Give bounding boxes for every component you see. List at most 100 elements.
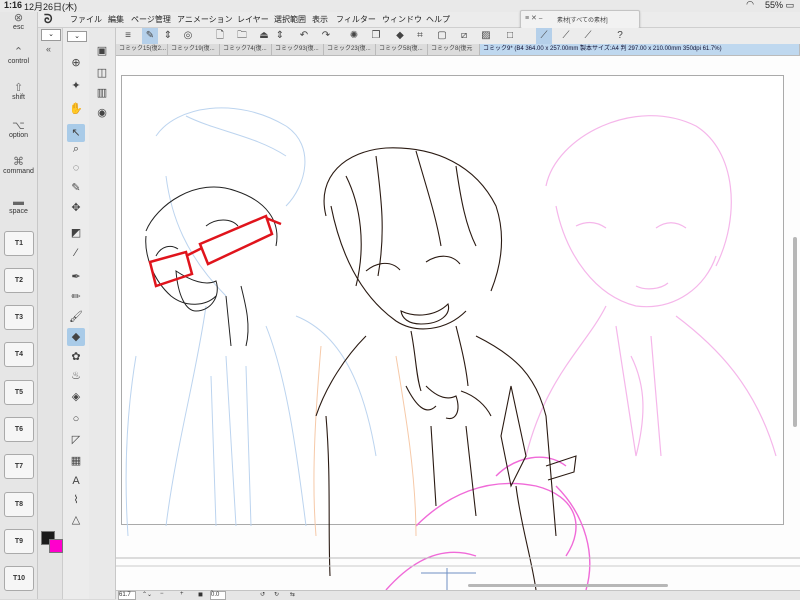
t6-key[interactable]: T6: [4, 417, 34, 442]
eyedropper2-icon[interactable]: ⁄: [67, 244, 85, 262]
menu-view[interactable]: 表示: [312, 14, 328, 25]
option-icon: ⌥: [12, 120, 25, 132]
correction-tool-icon[interactable]: △: [67, 511, 85, 529]
wifi-icon: ◠: [746, 0, 754, 9]
shift-key[interactable]: ⇧ shift: [3, 82, 34, 101]
doc-tab[interactable]: コミック8(復元: [428, 44, 480, 55]
target-icon[interactable]: ◎: [180, 28, 196, 44]
menu-page-management[interactable]: ページ管理: [131, 14, 171, 25]
menu-selection[interactable]: 選択範囲: [274, 14, 306, 25]
t8-key[interactable]: T8: [4, 492, 34, 517]
magnifier-icon[interactable]: ⌕: [67, 140, 85, 158]
copy-icon[interactable]: ❐: [368, 28, 384, 44]
collapse-chevron-icon[interactable]: «: [46, 44, 51, 54]
fill-bucket-icon[interactable]: ◆: [392, 28, 408, 44]
rotate-left-icon[interactable]: ↺: [260, 591, 265, 598]
vertical-scrollbar[interactable]: [793, 237, 797, 427]
gradient-tool-icon[interactable]: ◩: [67, 224, 85, 242]
ruler-snap-icon[interactable]: ⟋: [536, 28, 552, 44]
dropdown-chevron-icon[interactable]: ⌄: [41, 29, 61, 41]
command-key[interactable]: ⌘ command: [3, 156, 34, 175]
hide-selection-icon[interactable]: ⧄: [456, 28, 472, 44]
eyedropper-icon[interactable]: ✎: [67, 179, 85, 197]
figure-tool-icon[interactable]: ○: [67, 410, 85, 428]
menu-file[interactable]: ファイル: [70, 14, 102, 25]
rotate-right-icon[interactable]: ↻: [274, 591, 279, 598]
t2-key[interactable]: T2: [4, 268, 34, 293]
esc-icon: ⊗: [13, 12, 24, 24]
palette-title: 素材[すべての素材]: [557, 18, 608, 24]
t4-key[interactable]: T4: [4, 342, 34, 367]
t9-key[interactable]: T9: [4, 529, 34, 554]
redo-icon[interactable]: ↷: [318, 28, 334, 44]
fit-screen-icon[interactable]: ◼: [198, 591, 203, 598]
pen-mode-icon[interactable]: ✎: [142, 28, 158, 44]
decoration-tool-icon[interactable]: ✿: [67, 348, 85, 366]
doc-tab[interactable]: コミック93(復...: [272, 44, 324, 55]
material-palette-collapsed[interactable]: ≡ ✕ ⎯ 素材[すべての素材]: [520, 10, 640, 29]
t10-key[interactable]: T10: [4, 566, 34, 591]
snap-grid-icon[interactable]: ⟋: [580, 28, 596, 44]
move-layer-icon[interactable]: ✥: [67, 199, 85, 217]
space-key[interactable]: ▬ space: [3, 196, 34, 215]
canvas-area[interactable]: [116, 56, 800, 590]
menu-help[interactable]: ヘルプ: [426, 14, 450, 25]
lasso-tool-icon[interactable]: ◌: [67, 159, 85, 177]
palette-controls[interactable]: ≡ ✕ ⎯: [525, 14, 542, 23]
zoom-out-icon[interactable]: −: [160, 591, 164, 597]
pink-sketch-lines: [525, 115, 777, 457]
deselect-icon[interactable]: □: [502, 28, 518, 44]
battery-icon: ▭: [785, 0, 794, 10]
zoom-stepper-icon[interactable]: ⌃⌄: [142, 591, 152, 598]
app-logo-icon[interactable]: ᘐ: [44, 12, 52, 27]
hamburger-menu-icon[interactable]: ≡: [120, 28, 136, 44]
open-file-icon[interactable]: 🗀: [234, 28, 250, 44]
color-swatches[interactable]: [39, 531, 63, 559]
clear-icon[interactable]: ▢: [434, 28, 450, 44]
control-key[interactable]: ⌃ control: [3, 46, 34, 65]
pencil-tool-icon[interactable]: ✏: [67, 288, 85, 306]
blend-tool-icon[interactable]: ♨: [67, 367, 85, 385]
t7-key[interactable]: T7: [4, 454, 34, 479]
option-key[interactable]: ⌥ option: [3, 120, 34, 139]
doc-tab[interactable]: コミック19(復...: [168, 44, 220, 55]
t5-key[interactable]: T5: [4, 380, 34, 405]
horizontal-scrollbar[interactable]: [468, 584, 668, 587]
balloon-tool-icon[interactable]: ⌇: [67, 491, 85, 509]
doc-tab[interactable]: コミック58(復...: [376, 44, 428, 55]
fill-tool-icon[interactable]: ◈: [67, 388, 85, 406]
menu-filter[interactable]: フィルター: [336, 14, 376, 25]
esc-key[interactable]: ⊗ esc: [3, 12, 34, 31]
save-icon[interactable]: ⏏: [256, 28, 272, 44]
ruler-tool-icon[interactable]: ◸: [67, 431, 85, 449]
menu-window[interactable]: ウィンドウ: [382, 14, 422, 25]
transform-icon[interactable]: ⌗: [412, 28, 428, 44]
sub-color-swatch[interactable]: [49, 539, 63, 553]
eraser-tool-icon[interactable]: ◆: [67, 328, 85, 346]
new-file-icon[interactable]: 🗋: [212, 28, 228, 44]
doc-tab-active[interactable]: コミック9* (B4 364.00 x 257.00mm 製本サイズ:A4 判 …: [480, 44, 800, 55]
stepper-icon[interactable]: ⇕: [160, 28, 176, 44]
save-stepper-icon[interactable]: ⇕: [272, 28, 288, 44]
loading-spinner-icon: ✺: [349, 30, 359, 41]
undo-icon[interactable]: ↶: [296, 28, 312, 44]
command-icon: ⌘: [13, 156, 24, 168]
flip-icon[interactable]: ⇆: [290, 591, 295, 598]
menu-edit[interactable]: 編集: [108, 14, 124, 25]
doc-tab[interactable]: コミック74(復...: [220, 44, 272, 55]
text-tool-icon[interactable]: A: [67, 472, 85, 490]
center-character-lineart: [315, 147, 577, 590]
fill-selection-icon[interactable]: ▨: [478, 28, 494, 44]
menu-layer[interactable]: レイヤー: [237, 14, 269, 25]
doc-tab[interactable]: コミック23(復...: [324, 44, 376, 55]
brush-tool-icon[interactable]: 🖌: [67, 308, 85, 326]
doc-tab[interactable]: コミック15(復2...: [116, 44, 168, 55]
t1-key[interactable]: T1: [4, 231, 34, 256]
menu-animation[interactable]: アニメーション: [177, 14, 233, 25]
snap-special-ruler-icon[interactable]: ⟋: [558, 28, 574, 44]
t3-key[interactable]: T3: [4, 305, 34, 330]
help-icon[interactable]: ?: [612, 28, 628, 44]
zoom-in-icon[interactable]: +: [180, 591, 184, 597]
frame-border-icon[interactable]: ▦: [67, 452, 85, 470]
pen-tool-icon[interactable]: ✒: [67, 268, 85, 286]
